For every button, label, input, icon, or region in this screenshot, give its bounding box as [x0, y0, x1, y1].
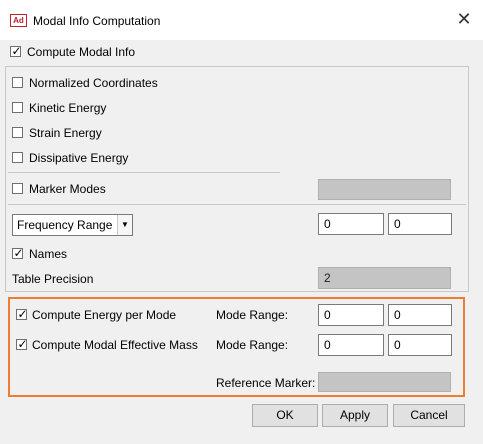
check-icon: ✓: [17, 337, 28, 351]
table-precision-label: Table Precision: [12, 272, 94, 286]
names-label: Names: [29, 247, 68, 261]
names-checkbox[interactable]: ✓: [12, 246, 24, 260]
strain-energy-checkbox[interactable]: [12, 127, 23, 138]
compute-modal-info-checkbox[interactable]: ✓: [10, 44, 22, 58]
app-logo-icon: Ad: [10, 14, 27, 27]
energy-mode-from-input[interactable]: 0: [318, 304, 384, 326]
divider: [8, 204, 466, 205]
normalized-coordinates-label: Normalized Coordinates: [29, 76, 158, 90]
range-to-input[interactable]: 0: [388, 213, 452, 235]
normalized-coordinates-checkbox[interactable]: [12, 77, 23, 88]
window-title: Modal Info Computation: [33, 14, 161, 28]
mode-range-label: Mode Range:: [216, 338, 289, 352]
close-icon[interactable]: ✕: [454, 9, 474, 29]
range-from-input[interactable]: 0: [318, 213, 384, 235]
range-type-select[interactable]: Frequency Range ▼: [12, 214, 133, 236]
mass-mode-to-input[interactable]: 0: [388, 334, 452, 356]
strain-energy-label: Strain Energy: [29, 126, 102, 140]
compute-modal-info-label: Compute Modal Info: [27, 45, 136, 59]
apply-button[interactable]: Apply: [322, 404, 388, 427]
dissipative-energy-checkbox[interactable]: [12, 152, 23, 163]
energy-mode-to-input[interactable]: 0: [388, 304, 452, 326]
compute-energy-per-mode-checkbox[interactable]: ✓: [16, 307, 28, 321]
check-icon: ✓: [13, 246, 24, 260]
ok-button[interactable]: OK: [252, 404, 318, 427]
dissipative-energy-label: Dissipative Energy: [29, 151, 129, 165]
kinetic-energy-checkbox[interactable]: [12, 102, 23, 113]
chevron-down-icon[interactable]: ▼: [117, 215, 132, 235]
marker-modes-label: Marker Modes: [29, 182, 106, 196]
check-icon: ✓: [11, 44, 22, 58]
check-icon: ✓: [17, 307, 28, 321]
mode-range-label: Mode Range:: [216, 308, 289, 322]
mass-mode-from-input[interactable]: 0: [318, 334, 384, 356]
title-bar: Ad Modal Info Computation ✕: [0, 0, 483, 40]
marker-modes-checkbox[interactable]: [12, 183, 23, 194]
range-type-value: Frequency Range: [17, 218, 113, 232]
table-precision-field: 2: [318, 267, 451, 289]
reference-marker-label: Reference Marker:: [216, 376, 316, 390]
cancel-button[interactable]: Cancel: [393, 404, 465, 427]
marker-modes-field: [318, 179, 451, 200]
compute-modal-effective-mass-label: Compute Modal Effective Mass: [32, 338, 198, 352]
kinetic-energy-label: Kinetic Energy: [29, 101, 107, 115]
compute-modal-effective-mass-checkbox[interactable]: ✓: [16, 337, 28, 351]
divider: [8, 172, 280, 173]
reference-marker-field: [318, 372, 451, 392]
compute-energy-per-mode-label: Compute Energy per Mode: [32, 308, 177, 322]
